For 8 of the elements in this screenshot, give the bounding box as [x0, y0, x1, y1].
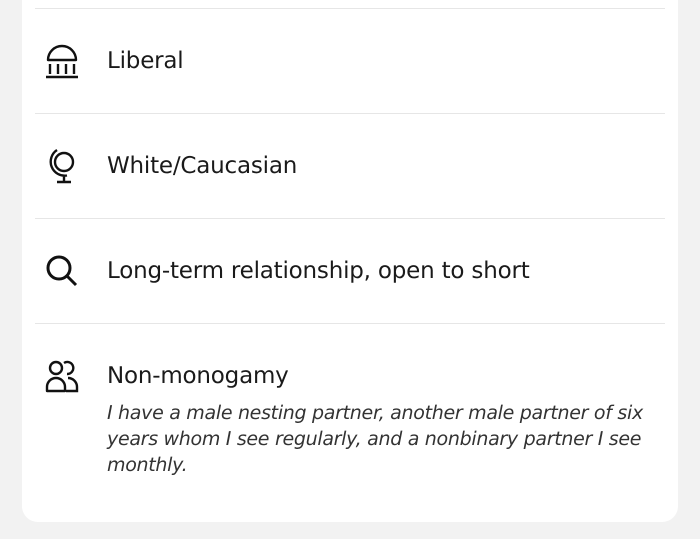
detail-label: Non-monogamy [107, 362, 290, 391]
people-icon [45, 359, 79, 393]
search-icon [45, 254, 79, 288]
detail-label: Long-term relationship, open to short [107, 257, 531, 286]
detail-label: Liberal [107, 47, 184, 76]
detail-description: I have a male nesting partner, another male partner of six years whom I see regularly, and a nonbinary partner I see monthly. [107, 401, 644, 478]
detail-label: White/Caucasian [107, 152, 298, 181]
capitol-icon [45, 43, 79, 79]
